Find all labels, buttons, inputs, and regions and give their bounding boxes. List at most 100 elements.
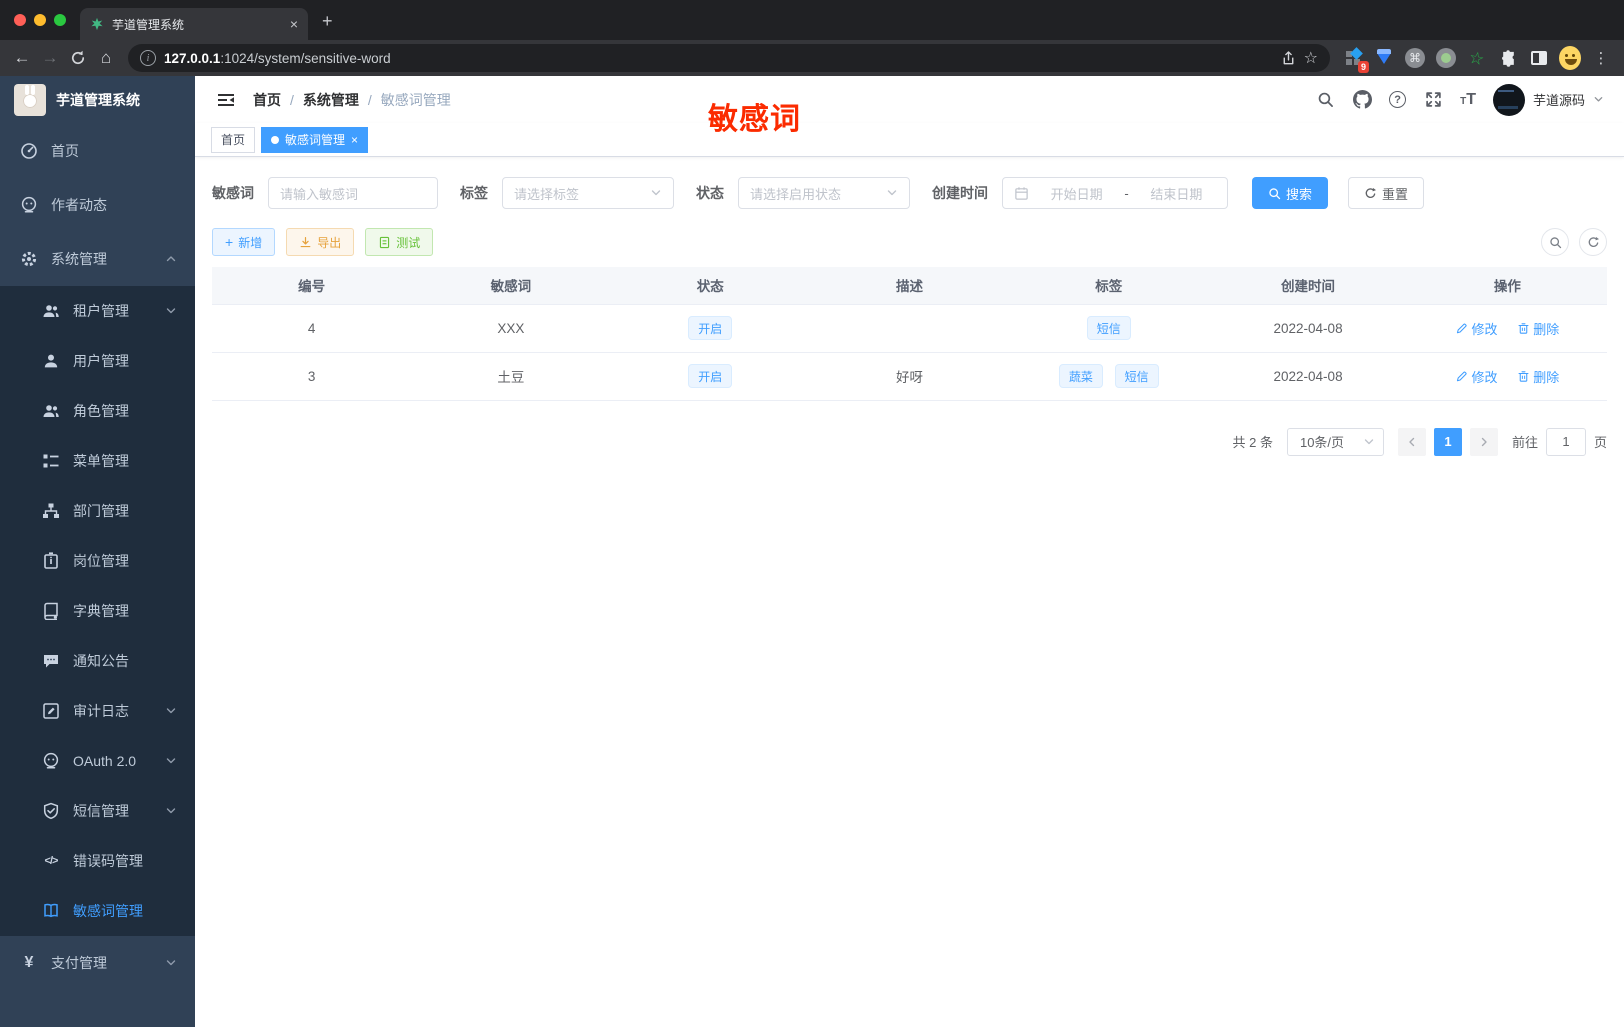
goto-page-input[interactable] <box>1545 427 1586 456</box>
chevron-down-icon <box>650 187 662 199</box>
breadcrumb-section[interactable]: 系统管理 <box>303 90 359 110</box>
search-icon[interactable] <box>1315 90 1335 110</box>
font-size-icon[interactable]: TT <box>1460 91 1476 109</box>
sidebar-item-audit-log[interactable]: 审计日志 <box>0 686 195 736</box>
status-select[interactable]: 请选择启用状态 <box>738 177 910 209</box>
browser-tab[interactable]: 芋道管理系统 × <box>80 8 308 40</box>
tag-select[interactable]: 请选择标签 <box>502 177 674 209</box>
minimize-window-button[interactable] <box>34 14 46 26</box>
extension-star-icon[interactable]: ☆ <box>1466 47 1488 69</box>
sidebar-fold-icon[interactable] <box>217 92 235 108</box>
book-icon <box>42 602 60 620</box>
favicon-leaf-icon <box>91 17 103 31</box>
sidebar-item-menu[interactable]: 菜单管理 <box>0 436 195 486</box>
github-icon[interactable] <box>1352 90 1372 110</box>
open-book-icon <box>42 902 60 920</box>
edit-log-icon <box>42 702 60 720</box>
message-bubble-icon <box>42 652 60 670</box>
reload-button[interactable] <box>64 44 92 72</box>
keyword-label: 敏感词 <box>212 185 254 201</box>
share-icon[interactable] <box>1281 51 1296 66</box>
chevron-down-icon <box>1593 94 1604 105</box>
breadcrumb-home[interactable]: 首页 <box>253 90 281 110</box>
home-button[interactable]: ⌂ <box>92 44 120 72</box>
sidebar-item-sensitive-word[interactable]: 敏感词管理 <box>0 886 195 936</box>
extension-grid-icon[interactable]: 9 <box>1342 47 1369 73</box>
col-id: 编号 <box>212 267 412 305</box>
keyword-input[interactable]: 请输入敏感词 <box>268 177 438 209</box>
sidebar-item-dict[interactable]: 字典管理 <box>0 586 195 636</box>
chevron-down-icon <box>165 705 177 717</box>
extension-funnel-icon[interactable] <box>1373 47 1395 69</box>
sidebar-item-author-news[interactable]: 作者动态 <box>0 178 195 232</box>
date-range-input[interactable]: 开始日期 - 结束日期 <box>1002 177 1228 209</box>
tab-close-icon[interactable]: × <box>290 17 298 31</box>
url-path: :1024/system/sensitive-word <box>220 50 391 66</box>
bookmark-star-icon[interactable]: ☆ <box>1304 48 1318 68</box>
extension-record-icon[interactable] <box>1435 47 1457 69</box>
add-button[interactable]: + 新增 <box>212 228 276 256</box>
sidebar-logo[interactable]: 芋道管理系统 <box>0 76 195 124</box>
delete-button[interactable]: 删除 <box>1517 367 1559 386</box>
sidebar-item-post[interactable]: 岗位管理 <box>0 536 195 586</box>
zoom-window-button[interactable] <box>54 14 66 26</box>
system-submenu: 租户管理 用户管理 角色管理 菜单管理 部门管理 岗位管理 字典管理 通知公告 … <box>0 286 195 936</box>
document-icon <box>378 236 391 249</box>
sidebar-item-notice[interactable]: 通知公告 <box>0 636 195 686</box>
sidebar-item-role[interactable]: 角色管理 <box>0 386 195 436</box>
close-window-button[interactable] <box>14 14 26 26</box>
sidebar-item-home[interactable]: 首页 <box>0 124 195 178</box>
logo-rabbit-image <box>14 84 46 116</box>
show-search-icon[interactable] <box>1541 228 1569 256</box>
filter-form: 敏感词 请输入敏感词 标签 请选择标签 状态 请选择启用状态 创建时间 开始日期… <box>212 177 1607 209</box>
back-button[interactable]: ← <box>8 44 36 72</box>
yen-icon: ¥ <box>24 954 34 971</box>
refresh-icon[interactable] <box>1579 228 1607 256</box>
user-menu[interactable]: 芋道源码 <box>1492 83 1604 116</box>
search-button[interactable]: 搜索 <box>1252 177 1329 209</box>
current-page[interactable]: 1 <box>1433 427 1462 456</box>
export-button[interactable]: 导出 <box>286 228 355 256</box>
sidebar-item-sms[interactable]: 短信管理 <box>0 786 195 836</box>
date-label: 创建时间 <box>932 185 988 201</box>
next-page-button[interactable] <box>1469 427 1498 456</box>
browser-menu-icon[interactable]: ⋮ <box>1590 47 1612 69</box>
sidebar-item-pay[interactable]: ¥ 支付管理 <box>0 936 195 990</box>
tab-home[interactable]: 首页 <box>211 126 256 153</box>
chat-face-icon <box>20 196 38 214</box>
annotation-text: 敏感词 <box>708 103 801 136</box>
url-bar[interactable]: i 127.0.0.1:1024/system/sensitive-word ☆ <box>128 44 1330 72</box>
avatar <box>1492 83 1525 116</box>
status-badge: 开启 <box>688 316 733 340</box>
delete-button[interactable]: 删除 <box>1517 319 1559 338</box>
site-info-icon[interactable]: i <box>140 50 156 66</box>
prev-page-button[interactable] <box>1397 427 1426 456</box>
plus-icon: + <box>225 234 234 250</box>
total-count: 共 2 条 <box>1232 435 1273 450</box>
extensions-puzzle-icon[interactable] <box>1497 47 1519 69</box>
edit-button[interactable]: 修改 <box>1455 319 1497 338</box>
side-panel-icon[interactable] <box>1528 47 1550 69</box>
sidebar-item-error-code[interactable]: </> 错误码管理 <box>0 836 195 886</box>
fullscreen-icon[interactable] <box>1423 90 1443 110</box>
new-tab-button[interactable]: + <box>322 12 333 30</box>
page-size-select[interactable]: 10条/页 <box>1286 427 1384 456</box>
test-button[interactable]: 测试 <box>365 228 434 256</box>
sidebar-item-oauth[interactable]: OAuth 2.0 <box>0 736 195 786</box>
chevron-down-icon <box>165 805 177 817</box>
close-icon[interactable]: × <box>351 133 358 147</box>
profile-avatar-emoji[interactable] <box>1559 46 1581 70</box>
reset-button[interactable]: 重置 <box>1348 177 1425 209</box>
code-icon: </> <box>44 855 59 867</box>
help-icon[interactable]: ? <box>1389 91 1407 108</box>
edit-button[interactable]: 修改 <box>1455 367 1497 386</box>
extension-command-icon[interactable]: ⌘ <box>1404 47 1426 69</box>
sidebar-item-tenant[interactable]: 租户管理 <box>0 286 195 336</box>
sidebar-item-dept[interactable]: 部门管理 <box>0 486 195 536</box>
sidebar-item-system[interactable]: 系统管理 <box>0 232 195 286</box>
sidebar-item-user[interactable]: 用户管理 <box>0 336 195 386</box>
app-header: 首页 / 系统管理 / 敏感词管理 ? TT 芋道源码 <box>195 76 1624 123</box>
tab-sensitive-word[interactable]: 敏感词管理 × <box>261 126 369 153</box>
header-actions: ? TT 芋道源码 <box>1315 83 1604 116</box>
table-header-row: 编号 敏感词 状态 描述 标签 创建时间 操作 <box>212 267 1607 305</box>
